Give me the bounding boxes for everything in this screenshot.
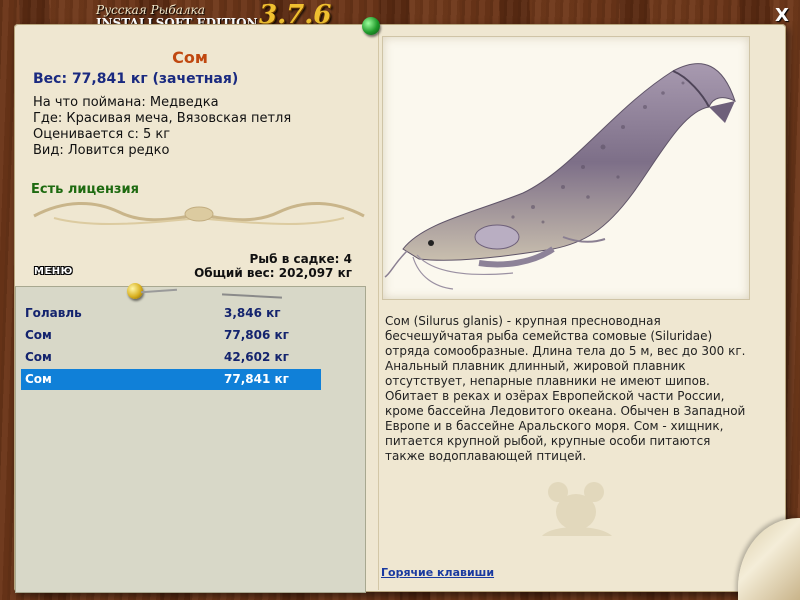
brand-subtitle: Русская Рыбалка: [96, 3, 205, 17]
catch-name: Сом: [25, 328, 52, 342]
bait-info: На что поймана: Медведка: [33, 95, 219, 110]
total-weight: Общий вес: 202,097 кг: [194, 266, 352, 280]
hotkeys-link[interactable]: Горячие клавиши: [381, 566, 494, 579]
catch-name: Сом: [25, 350, 52, 364]
fish-count: Рыб в садке: 4: [249, 252, 353, 266]
catch-weight: 3,846 кг: [224, 306, 281, 320]
fish-photo-frame: [382, 36, 750, 300]
license-status: Есть лицензия: [31, 182, 139, 197]
location-info: Где: Красивая меча, Вязовская петля: [33, 111, 292, 126]
catch-row[interactable]: Сом 42,602 кг: [21, 347, 321, 368]
catch-weight: 77,841 кг: [224, 372, 289, 386]
close-icon[interactable]: X: [772, 6, 792, 26]
ornament-divider: [33, 202, 365, 225]
menu-button[interactable]: МЕНЮ: [34, 266, 73, 277]
green-pin-icon: [362, 17, 380, 35]
catch-row[interactable]: Сом 77,841 кг: [21, 369, 321, 390]
fish-title: Сом: [172, 48, 208, 67]
catch-weight: 42,602 кг: [224, 350, 289, 364]
fish-weight: Вес: 77,841 кг (зачетная): [33, 71, 239, 87]
fish-description: Сом (Silurus glanis) - крупная пресновод…: [385, 314, 746, 463]
catch-name: Голавль: [25, 306, 82, 320]
catch-row[interactable]: Сом 77,806 кг: [21, 325, 321, 346]
catch-row[interactable]: Голавль 3,846 кг: [21, 303, 321, 324]
species-info: Вид: Ловится редко: [33, 143, 170, 158]
mouse-watermark-icon: [542, 482, 612, 536]
catch-weight: 77,806 кг: [224, 328, 289, 342]
catch-list[interactable]: Голавль 3,846 кг Сом 77,806 кг Сом 42,602 кг С…: [15, 286, 366, 593]
catfish-illustration: [384, 63, 736, 290]
catch-name: Сом: [25, 372, 52, 386]
rating-info: Оценивается с: 5 кг: [33, 127, 171, 142]
panel-divider: [378, 30, 379, 590]
